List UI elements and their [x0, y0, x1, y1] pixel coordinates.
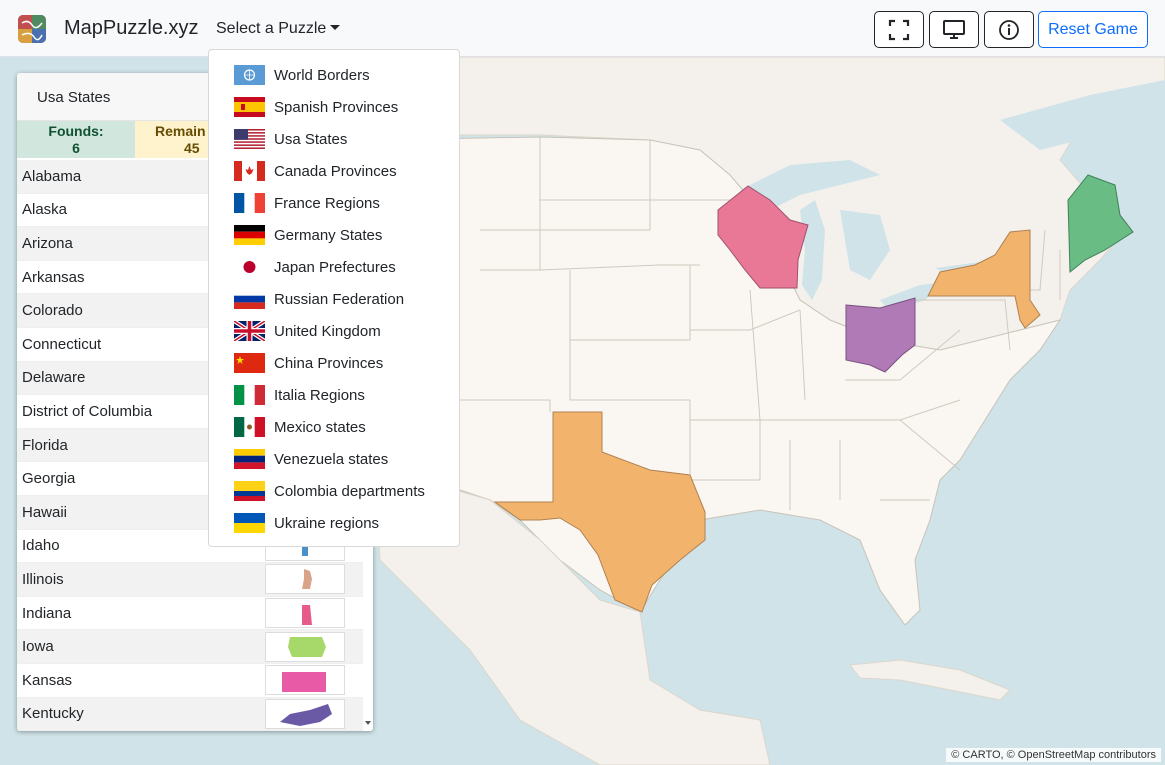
state-shape-piece[interactable] — [265, 598, 345, 629]
state-shape-piece[interactable] — [265, 564, 345, 595]
dropdown-item-ru[interactable]: Russian Federation — [209, 283, 459, 315]
dropdown-item-label: France Regions — [274, 194, 380, 212]
dropdown-item-us[interactable]: Usa States — [209, 123, 459, 155]
flag-cn-icon — [234, 353, 265, 373]
state-name: Georgia — [22, 470, 76, 488]
flag-ca-icon — [234, 161, 265, 181]
flag-un-icon — [234, 65, 265, 85]
state-name: Arizona — [22, 234, 73, 252]
flag-fr-icon — [234, 193, 265, 213]
dropdown-item-gb[interactable]: United Kingdom — [209, 315, 459, 347]
dropdown-item-ua[interactable]: Ukraine regions — [209, 507, 459, 539]
land-cuba — [849, 659, 1011, 701]
dropdown-item-un[interactable]: World Borders — [209, 59, 459, 91]
dropdown-item-label: Usa States — [274, 130, 348, 148]
flag-us-icon — [234, 129, 265, 149]
dropdown-item-label: Russian Federation — [274, 290, 405, 308]
flag-gb-icon — [234, 321, 265, 341]
state-shape-piece[interactable] — [265, 631, 345, 662]
found-value: 6 — [72, 140, 80, 156]
scroll-down-icon[interactable] — [365, 721, 371, 725]
state-name: Idaho — [22, 537, 60, 555]
list-item[interactable]: Kentucky — [17, 697, 363, 731]
dropdown-item-label: Venezuela states — [274, 450, 389, 468]
state-name: Connecticut — [22, 335, 102, 353]
dropdown-item-label: China Provinces — [274, 354, 384, 372]
dropdown-item-ca[interactable]: Canada Provinces — [209, 155, 459, 187]
dropdown-item-label: Mexico states — [274, 418, 366, 436]
dropdown-item-label: Spanish Provinces — [274, 98, 399, 116]
state-name: Iowa — [22, 638, 54, 656]
app-logo-icon[interactable] — [18, 15, 46, 43]
flag-mx-icon — [234, 417, 265, 437]
list-item[interactable]: Iowa — [17, 630, 363, 664]
state-shape-piece[interactable] — [265, 665, 345, 696]
dropdown-item-ve[interactable]: Venezuela states — [209, 443, 459, 475]
dropdown-item-label: World Borders — [274, 66, 370, 84]
state-shape-piece[interactable] — [265, 698, 345, 729]
dropdown-item-it[interactable]: Italia Regions — [209, 379, 459, 411]
state-name: Hawaii — [22, 503, 68, 521]
flag-co-icon — [234, 481, 265, 501]
select-puzzle-toggle[interactable]: Select a Puzzle — [216, 20, 341, 38]
dropdown-item-label: Colombia departments — [274, 482, 425, 500]
dropdown-item-es[interactable]: Spanish Provinces — [209, 91, 459, 123]
flag-jp-icon — [234, 257, 265, 277]
state-name: Delaware — [22, 369, 86, 387]
dropdown-item-label: Ukraine regions — [274, 514, 380, 532]
flag-de-icon — [234, 225, 265, 245]
puzzle-dropdown-menu: World Borders Spanish Provinces Usa States… — [208, 49, 460, 547]
info-button[interactable] — [984, 11, 1034, 48]
dropdown-item-label: Germany States — [274, 226, 383, 244]
state-name: Alabama — [22, 167, 82, 185]
found-stat: Founds: 6 — [17, 121, 135, 158]
state-name: Kansas — [22, 671, 73, 689]
list-item[interactable]: Illinois — [17, 563, 363, 597]
map-attribution[interactable]: © CARTO, © OpenStreetMap contributors — [946, 748, 1161, 762]
state-name: Illinois — [22, 570, 64, 588]
caret-down-icon — [330, 25, 341, 30]
state-name: Indiana — [22, 604, 72, 622]
flag-it-icon — [234, 385, 265, 405]
select-puzzle-label: Select a Puzzle — [216, 20, 327, 37]
dropdown-item-label: Canada Provinces — [274, 162, 397, 180]
dropdown-item-label: United Kingdom — [274, 322, 381, 340]
display-mode-button[interactable] — [929, 11, 979, 48]
fullscreen-icon — [888, 19, 910, 40]
state-name: Alaska — [22, 201, 68, 219]
state-name: Colorado — [22, 302, 83, 320]
dropdown-item-fr[interactable]: France Regions — [209, 187, 459, 219]
state-name: Kentucky — [22, 705, 84, 723]
flag-ve-icon — [234, 449, 265, 469]
brand-name[interactable]: MapPuzzle.xyz — [64, 17, 199, 40]
navbar: MapPuzzle.xyz Select a Puzzle Reset Game — [0, 0, 1165, 57]
state-name: Florida — [22, 436, 68, 454]
flag-ua-icon — [234, 513, 265, 533]
flag-es-icon — [234, 97, 265, 117]
state-name: Arkansas — [22, 268, 85, 286]
info-icon — [999, 19, 1019, 40]
fullscreen-button[interactable] — [874, 11, 924, 48]
dropdown-item-co[interactable]: Colombia departments — [209, 475, 459, 507]
reset-game-button[interactable]: Reset Game — [1038, 11, 1148, 48]
dropdown-item-label: Japan Prefectures — [274, 258, 396, 276]
dropdown-item-de[interactable]: Germany States — [209, 219, 459, 251]
monitor-icon — [943, 19, 965, 39]
dropdown-item-label: Italia Regions — [274, 386, 365, 404]
dropdown-item-cn[interactable]: China Provinces — [209, 347, 459, 379]
dropdown-item-jp[interactable]: Japan Prefectures — [209, 251, 459, 283]
list-item[interactable]: Indiana — [17, 596, 363, 631]
found-label: Founds: — [48, 123, 104, 139]
dropdown-item-mx[interactable]: Mexico states — [209, 411, 459, 443]
state-name: District of Columbia — [22, 402, 153, 420]
flag-ru-icon — [234, 289, 265, 309]
list-item[interactable]: Kansas — [17, 663, 363, 698]
